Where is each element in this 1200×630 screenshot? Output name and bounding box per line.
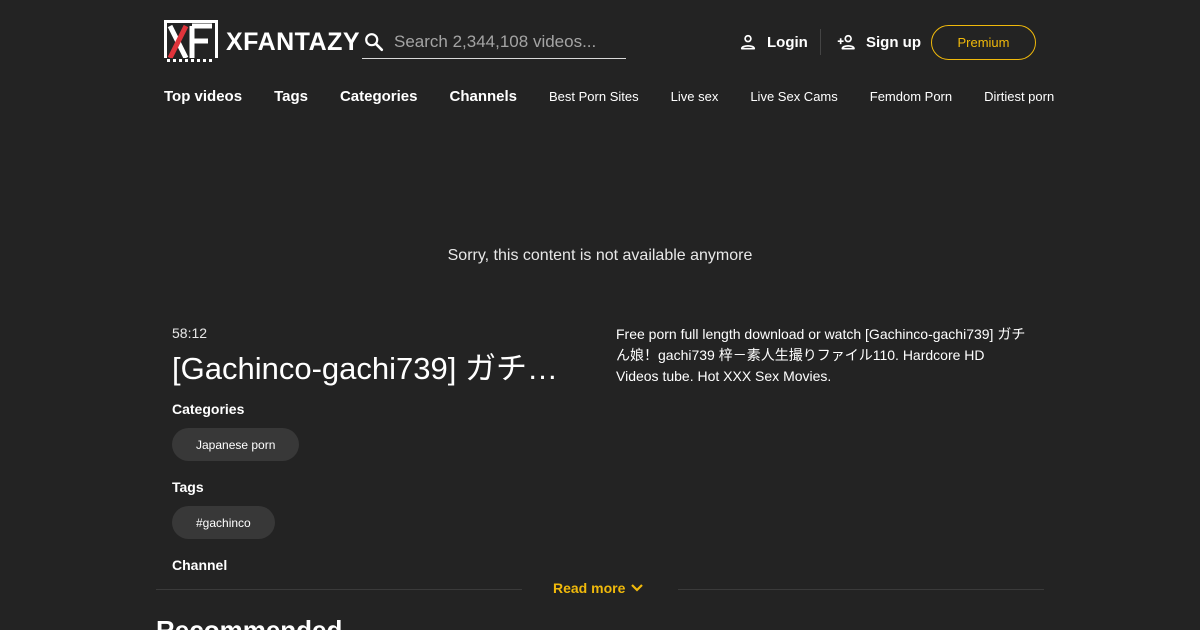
user-icon xyxy=(740,34,756,50)
site-header: XFANTAZY Login Sign up Premium xyxy=(0,0,1200,80)
tags-label: Tags xyxy=(172,479,204,495)
nav-item-channels[interactable]: Channels xyxy=(450,88,518,105)
unavailable-message: Sorry, this content is not available any… xyxy=(447,247,753,264)
video-description: Free porn full length download or watch … xyxy=(616,326,1026,384)
add-user-icon xyxy=(837,34,855,50)
channel-label: Channel xyxy=(172,557,228,573)
search-icon[interactable] xyxy=(363,31,385,53)
nav-link-live-sex[interactable]: Live sex xyxy=(671,89,719,104)
nav-link-femdom-porn[interactable]: Femdom Porn xyxy=(870,89,952,104)
nav-item-categories[interactable]: Categories xyxy=(340,88,418,105)
video-duration: 58:12 xyxy=(172,325,208,341)
recommended-heading: Recommended xyxy=(156,615,343,630)
nav-item-tags[interactable]: Tags xyxy=(274,88,308,105)
chevron-down-icon xyxy=(631,584,644,592)
header-divider xyxy=(820,29,821,55)
login-button[interactable]: Login xyxy=(738,30,808,54)
read-more-button[interactable]: Read more xyxy=(553,578,644,598)
nav-link-best-porn-sites[interactable]: Best Porn Sites xyxy=(549,89,639,104)
read-more-label: Read more xyxy=(553,580,626,596)
login-label: Login xyxy=(767,33,808,51)
tag-chip[interactable]: #gachinco xyxy=(172,506,275,539)
divider-right xyxy=(678,589,1044,590)
logo-mark-icon xyxy=(164,20,218,64)
signup-label: Sign up xyxy=(866,33,921,51)
search-bar xyxy=(362,25,626,59)
logo-text: XFANTAZY xyxy=(226,27,361,56)
site-logo[interactable]: XFANTAZY xyxy=(164,20,360,64)
premium-button[interactable]: Premium xyxy=(931,25,1036,60)
main-nav: Top videos Tags Categories Channels Best… xyxy=(164,84,1086,108)
categories-label: Categories xyxy=(172,401,245,417)
video-title: [Gachinco-gachi739] ガチん娘！gachi739 梓－素人生撮… xyxy=(172,351,572,386)
category-chip[interactable]: Japanese porn xyxy=(172,428,300,461)
search-input[interactable] xyxy=(394,31,614,52)
nav-link-live-sex-cams[interactable]: Live Sex Cams xyxy=(750,89,837,104)
nav-link-dirtiest-porn[interactable]: Dirtiest porn xyxy=(984,89,1054,104)
nav-item-top-videos[interactable]: Top videos xyxy=(164,88,242,105)
divider-left xyxy=(156,589,522,590)
signup-button[interactable]: Sign up xyxy=(836,30,921,54)
